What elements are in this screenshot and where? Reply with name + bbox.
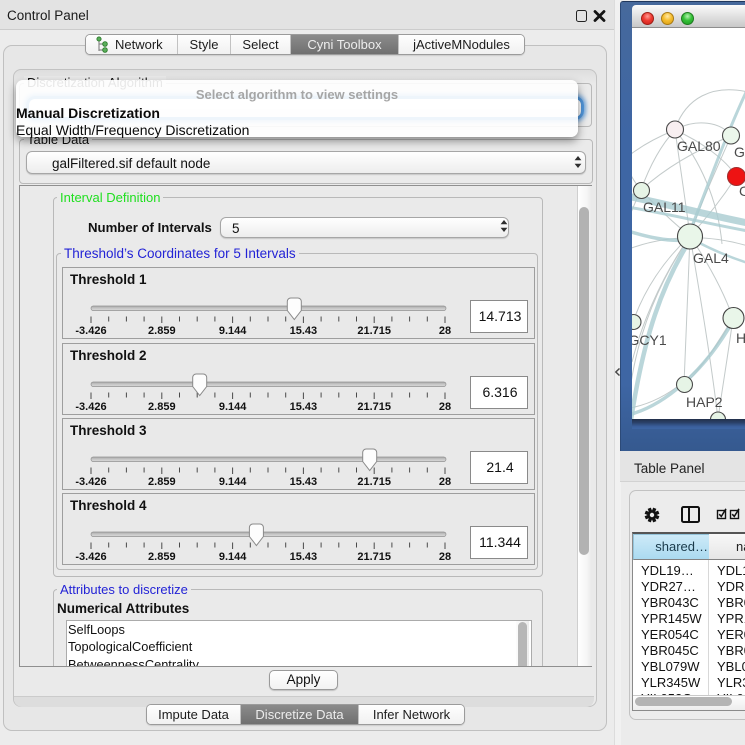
svg-text:GAL80: GAL80 (677, 138, 721, 154)
svg-text:21.715: 21.715 (357, 476, 391, 488)
svg-text:HAP2: HAP2 (686, 394, 723, 410)
svg-text:21.715: 21.715 (357, 325, 391, 337)
svg-text:2.859: 2.859 (148, 551, 176, 563)
svg-text:21.715: 21.715 (357, 551, 391, 563)
svg-text:2.859: 2.859 (148, 476, 176, 488)
svg-text:28: 28 (439, 325, 451, 337)
svg-text:GCY1: GCY1 (632, 332, 667, 348)
svg-text:HA: HA (736, 330, 745, 346)
svg-text:9.144: 9.144 (219, 401, 247, 413)
svg-text:28: 28 (439, 551, 451, 563)
svg-text:28: 28 (439, 401, 451, 413)
svg-text:GA: GA (734, 144, 745, 160)
svg-text:-3.426: -3.426 (75, 551, 106, 563)
svg-text:15.43: 15.43 (290, 551, 318, 563)
svg-text:2.859: 2.859 (148, 401, 176, 413)
svg-text:9.144: 9.144 (219, 476, 247, 488)
svg-text:21.715: 21.715 (357, 401, 391, 413)
svg-text:9.144: 9.144 (219, 551, 247, 563)
svg-text:15.43: 15.43 (290, 476, 318, 488)
svg-text:15.43: 15.43 (290, 325, 318, 337)
svg-text:GAL11: GAL11 (643, 199, 686, 215)
svg-text:-3.426: -3.426 (75, 476, 106, 488)
svg-text:28: 28 (439, 476, 451, 488)
svg-text:GAL4: GAL4 (693, 250, 729, 266)
svg-text:15.43: 15.43 (290, 401, 318, 413)
svg-text:-3.426: -3.426 (75, 401, 106, 413)
svg-text:2.859: 2.859 (148, 325, 176, 337)
svg-text:9.144: 9.144 (219, 325, 247, 337)
svg-text:-3.426: -3.426 (75, 325, 106, 337)
svg-text:CO: CO (739, 183, 745, 199)
